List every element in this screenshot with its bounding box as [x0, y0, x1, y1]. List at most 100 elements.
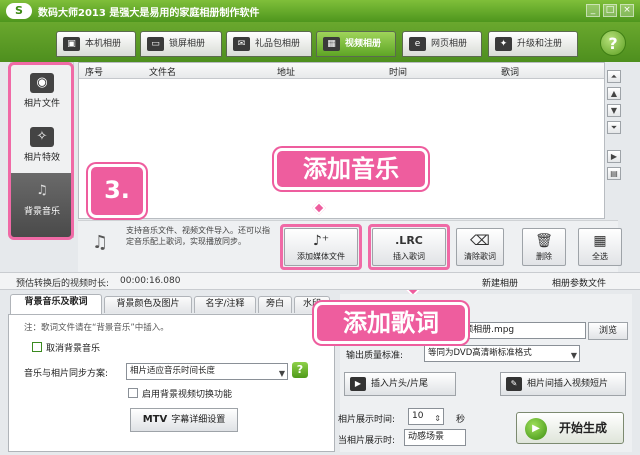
output-format-label: 输出质量标准: — [346, 351, 404, 361]
output-format-value: 等同为DVD高清晰标准格式 — [428, 348, 532, 358]
tab-label: 锁屏相册 — [169, 39, 206, 49]
tab-narration[interactable]: 旁白 — [258, 296, 292, 313]
tab-name-note[interactable]: 名字/注释 — [194, 296, 256, 313]
tab-label: 本机相册 — [85, 39, 122, 49]
button-label: 删除 — [536, 252, 552, 261]
sync-scheme-select[interactable]: 相片适应音乐时间长度 ▼ — [126, 363, 288, 380]
browse-button[interactable]: 浏览 — [588, 322, 628, 340]
sync-scheme-label: 音乐与相片同步方案: — [24, 369, 109, 379]
trash-icon: 🗑 — [535, 233, 553, 249]
transition-select[interactable]: 动感场景 — [404, 429, 466, 446]
sync-help-button[interactable]: ? — [292, 362, 308, 378]
cancel-music-label: 取消背景音乐 — [46, 344, 101, 354]
select-all-icon: ▦ — [593, 233, 607, 249]
seconds-unit: 秒 — [456, 415, 466, 425]
enable-switch-label: 启用背景视频切换功能 — [142, 390, 233, 400]
duration-label: 预估转换后的视频时长: — [16, 279, 110, 289]
button-label: 全选 — [592, 252, 608, 261]
play-circle-icon: ▶ — [525, 418, 547, 440]
tab-upgrade-register[interactable]: ✦ 升级和注册 — [488, 31, 578, 57]
column-lyrics[interactable]: 歌词 — [501, 65, 519, 78]
close-icon[interactable]: × — [620, 4, 634, 17]
monitor-icon: ▣ — [63, 37, 80, 51]
mtv-subtitle-settings-button[interactable]: MTV 字幕详细设置 — [130, 408, 238, 432]
main-tab-bar: ▣ 本机相册 ▭ 锁屏相册 ✉ 礼品包相册 ▦ 视频相册 e 网页相册 ✦ 升级和注册 — [0, 22, 640, 62]
tab-gift-album[interactable]: ✉ 礼品包相册 — [226, 31, 312, 57]
delete-button[interactable]: 🗑 删除 — [522, 228, 566, 266]
button-label: 插入片头/片尾 — [371, 379, 429, 389]
tab-label: 网页相册 — [431, 39, 468, 49]
insert-lyrics-highlight-frame — [368, 224, 450, 270]
play-icon[interactable]: ▶ — [607, 150, 621, 163]
show-time-stepper[interactable]: 10 ⇕ — [408, 408, 444, 425]
film-icon: ▦ — [323, 37, 340, 51]
help-button[interactable]: ? — [600, 30, 626, 56]
cancel-music-checkbox[interactable] — [32, 342, 42, 352]
transition-value: 动感场景 — [408, 432, 445, 442]
insert-head-tail-button[interactable]: ▶ 插入片头/片尾 — [344, 372, 456, 396]
video-insert-icon: ✎ — [506, 377, 522, 391]
music-list-table[interactable]: 序号 文件名 地址 时间 歌词 — [78, 62, 605, 219]
insert-video-clip-button[interactable]: ✎ 相片间插入视频短片 — [500, 372, 626, 396]
move-top-icon[interactable]: ⏶ — [607, 70, 621, 83]
move-down-icon[interactable]: ▼ — [607, 104, 621, 117]
tab-label: 升级和注册 — [517, 39, 563, 49]
tab-local-album[interactable]: ▣ 本机相册 — [56, 31, 136, 57]
callout-add-lyrics: 添加歌词 — [314, 302, 468, 344]
app-title: 数码大师2013 是强大是易用的家庭相册制作软件 — [38, 8, 260, 19]
support-description: 支持音乐文件、视频文件导入。还可以指定音乐配上歌词，实现播放同步。 — [126, 226, 270, 246]
column-filename[interactable]: 文件名 — [149, 65, 176, 78]
ie-icon: e — [409, 37, 426, 51]
callout-add-music: 添加音乐 — [274, 148, 428, 190]
maximize-icon[interactable]: □ — [603, 4, 617, 17]
eraser-icon: ⌫ — [470, 233, 490, 249]
transition-label: 当相片展示时: — [338, 436, 396, 446]
upgrade-icon: ✦ — [495, 37, 512, 51]
mtv-label: MTV — [142, 414, 168, 425]
duration-value: 00:00:16.080 — [120, 276, 181, 286]
column-index[interactable]: 序号 — [85, 65, 103, 78]
title-bar: S 数码大师2013 是强大是易用的家庭相册制作软件 _ □ × — [0, 0, 640, 22]
tab-lockscreen-album[interactable]: ▭ 锁屏相册 — [140, 31, 222, 57]
step-badge: 3. — [88, 164, 146, 218]
minimize-icon[interactable]: _ — [586, 4, 600, 17]
stepper-icon[interactable]: ⇕ — [434, 411, 441, 426]
column-time[interactable]: 时间 — [389, 65, 407, 78]
add-media-highlight-frame — [280, 224, 362, 270]
tab-label: 视频相册 — [345, 39, 382, 49]
properties-icon[interactable]: ▤ — [607, 167, 621, 180]
output-format-select[interactable]: 等同为DVD高清晰标准格式 ▼ — [424, 345, 580, 362]
new-album-button[interactable]: 新建相册 — [482, 276, 518, 289]
select-all-button[interactable]: ▦ 全选 — [578, 228, 622, 266]
app-window: S 数码大师2013 是强大是易用的家庭相册制作软件 _ □ × ▣ 本机相册 ▭ 锁屏… — [0, 0, 640, 455]
chevron-down-icon: ▼ — [278, 369, 285, 378]
tab-label: 礼品包相册 — [255, 39, 301, 49]
button-label: 清除歌词 — [464, 252, 496, 261]
app-logo-icon: S — [6, 3, 32, 19]
sidebar-highlight-frame — [8, 62, 74, 240]
gift-icon: ✉ — [233, 37, 250, 51]
column-address[interactable]: 地址 — [277, 65, 295, 78]
tab-music-lyrics[interactable]: 背景音乐及歌词 — [10, 294, 102, 314]
move-up-icon[interactable]: ▲ — [607, 87, 621, 100]
settings-tab-bar: 背景音乐及歌词 背景颜色及图片 名字/注释 旁白 水印 — [8, 294, 333, 314]
tab-web-album[interactable]: e 网页相册 — [402, 31, 482, 57]
music-list-header: 序号 文件名 地址 时间 歌词 — [79, 63, 604, 79]
sync-scheme-value: 相片适应音乐时间长度 — [130, 366, 216, 376]
lyrics-note: 注：歌词文件请在“背景音乐”中插入。 — [24, 323, 169, 333]
music-note-icon: ♫ — [92, 232, 109, 253]
start-generate-button[interactable]: ▶ 开始生成 — [516, 412, 624, 444]
window-controls: _ □ × — [583, 4, 634, 17]
show-time-value: 10 — [412, 411, 424, 421]
tab-bg-color-image[interactable]: 背景颜色及图片 — [104, 296, 192, 313]
tab-video-album[interactable]: ▦ 视频相册 — [316, 31, 396, 57]
button-label: 开始生成 — [559, 421, 608, 435]
lockscreen-icon: ▭ — [147, 37, 164, 51]
button-label: 相片间插入视频短片 — [527, 379, 609, 389]
list-order-buttons: ⏶ ▲ ▼ ⏷ ▶ ▤ — [607, 70, 629, 184]
enable-switch-checkbox[interactable] — [128, 388, 138, 398]
film-clip-icon: ▶ — [350, 377, 366, 391]
clear-lyrics-button[interactable]: ⌫ 清除歌词 — [456, 228, 504, 266]
move-bottom-icon[interactable]: ⏷ — [607, 121, 621, 134]
album-params-button[interactable]: 相册参数文件 — [552, 276, 606, 289]
